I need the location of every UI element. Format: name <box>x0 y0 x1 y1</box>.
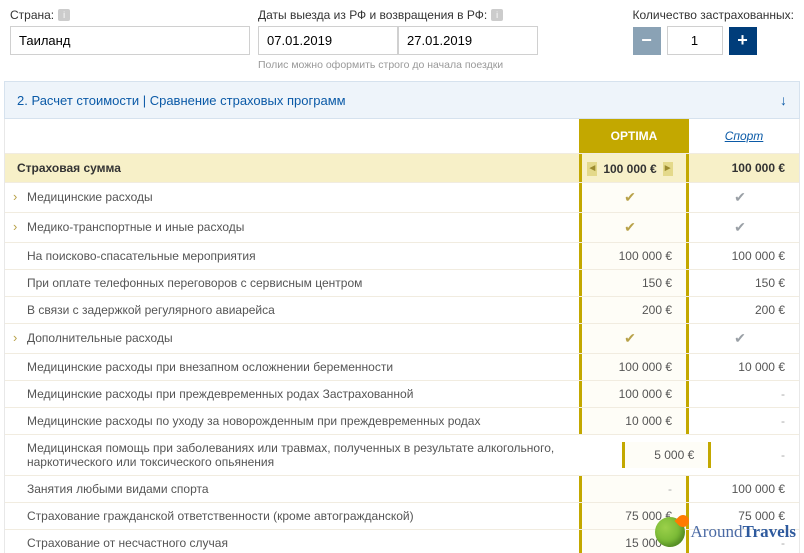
cell-sport: 200 € <box>689 297 799 323</box>
watermark-travels: Travels <box>742 522 796 541</box>
cell-optima: 100 000 € <box>579 243 689 269</box>
dates-hint: Полис можно оформить строго до начала по… <box>258 59 538 71</box>
country-label: Страна: i <box>10 8 250 22</box>
date-from-input[interactable] <box>258 26 398 55</box>
cell-sport: - <box>711 442 799 468</box>
country-group: Страна: i <box>10 8 250 55</box>
column-sport-header: Спорт <box>689 119 799 153</box>
table-row: Медицинские расходы при преждевременных … <box>5 380 799 407</box>
cell-sport: 100 000 € <box>689 476 799 502</box>
row-label: При оплате телефонных переговоров с серв… <box>5 270 579 296</box>
comparison-table: OPTIMA Спорт Страховая сумма ◄ 100 000 €… <box>4 119 800 553</box>
table-row: Медицинская помощь при заболеваниях или … <box>5 434 799 475</box>
date-to-input[interactable] <box>398 26 538 55</box>
table-row[interactable]: Медицинские расходы ✔ ✔ <box>5 182 799 212</box>
row-label: Страхование гражданской ответственности … <box>5 503 579 529</box>
cell-sport: 150 € <box>689 270 799 296</box>
sum-optima-value: 100 000 € <box>603 162 656 176</box>
row-label: Медицинская помощь при заболеваниях или … <box>5 435 622 475</box>
row-label: Занятия любыми видами спорта <box>5 476 579 502</box>
column-optima-header[interactable]: OPTIMA <box>579 119 689 153</box>
check-icon: ✔ <box>588 189 672 206</box>
row-label: В связи с задержкой регулярного авиарейс… <box>5 297 579 323</box>
check-icon: ✔ <box>588 330 672 347</box>
check-icon: ✔ <box>588 219 672 236</box>
check-icon: ✔ <box>695 330 785 347</box>
qty-label: Количество застрахованных: <box>633 8 794 22</box>
cell-optima: 100 000 € <box>579 381 689 407</box>
trip-form: Страна: i Даты выезда из РФ и возвращени… <box>0 0 804 75</box>
sum-label: Страховая сумма <box>5 155 579 181</box>
dates-label-text: Даты выезда из РФ и возвращения в РФ: <box>258 8 487 22</box>
cell-sport: - <box>689 381 799 407</box>
table-row[interactable]: Дополнительные расходы ✔ ✔ <box>5 323 799 353</box>
table-row: Медицинские расходы по уходу за новорожд… <box>5 407 799 434</box>
row-label: Медицинские расходы <box>5 184 579 210</box>
row-label: На поисково-спасательные мероприятия <box>5 243 579 269</box>
qty-group: Количество застрахованных: − + <box>633 8 794 55</box>
table-row: На поисково-спасательные мероприятия 100… <box>5 242 799 269</box>
row-label: Дополнительные расходы <box>5 325 579 351</box>
table-header-row: OPTIMA Спорт <box>5 119 799 153</box>
section-header[interactable]: 2. Расчет стоимости | Сравнение страховы… <box>4 81 800 119</box>
sum-prev-icon[interactable]: ◄ <box>587 162 597 176</box>
watermark-around: Around <box>691 522 743 541</box>
watermark: AroundTravels <box>655 517 796 547</box>
cell-optima: 100 000 € <box>579 354 689 380</box>
info-icon[interactable]: i <box>58 9 70 21</box>
sum-optima: ◄ 100 000 € ► <box>579 154 689 182</box>
row-label: Медицинские расходы по уходу за новорожд… <box>5 408 579 434</box>
cell-optima: 150 € <box>579 270 689 296</box>
cell-optima: 5 000 € <box>622 442 711 468</box>
table-row: Занятия любыми видами спорта - 100 000 € <box>5 475 799 502</box>
sum-next-icon[interactable]: ► <box>663 162 673 176</box>
check-icon: ✔ <box>695 189 785 206</box>
sum-row: Страховая сумма ◄ 100 000 € ► 100 000 € <box>5 153 799 182</box>
sum-sport: 100 000 € <box>689 155 799 181</box>
country-input[interactable] <box>10 26 250 55</box>
dates-group: Даты выезда из РФ и возвращения в РФ: i … <box>258 8 538 71</box>
cell-optima: 200 € <box>579 297 689 323</box>
cell-optima: 10 000 € <box>579 408 689 434</box>
table-row: При оплате телефонных переговоров с серв… <box>5 269 799 296</box>
cell-sport: - <box>689 408 799 434</box>
qty-minus-button[interactable]: − <box>633 27 661 55</box>
row-label: Страхование от несчастного случая <box>5 530 579 553</box>
table-row: Медицинские расходы при внезапном осложн… <box>5 353 799 380</box>
row-label: Медицинские расходы при преждевременных … <box>5 381 579 407</box>
sport-link[interactable]: Спорт <box>725 129 764 143</box>
section-title: 2. Расчет стоимости | Сравнение страховы… <box>17 93 346 108</box>
info-icon[interactable]: i <box>491 9 503 21</box>
globe-icon <box>655 517 685 547</box>
cell-sport: 10 000 € <box>689 354 799 380</box>
qty-plus-button[interactable]: + <box>729 27 757 55</box>
table-row[interactable]: Медико-транспортные и иные расходы ✔ ✔ <box>5 212 799 242</box>
collapse-icon[interactable]: ↓ <box>780 92 787 108</box>
cell-sport: 100 000 € <box>689 243 799 269</box>
qty-input[interactable] <box>667 26 723 55</box>
check-icon: ✔ <box>695 219 785 236</box>
row-label: Медико-транспортные и иные расходы <box>5 214 579 240</box>
dates-label: Даты выезда из РФ и возвращения в РФ: i <box>258 8 538 22</box>
table-row: В связи с задержкой регулярного авиарейс… <box>5 296 799 323</box>
row-label: Медицинские расходы при внезапном осложн… <box>5 354 579 380</box>
cell-optima: - <box>579 476 689 502</box>
country-label-text: Страна: <box>10 8 54 22</box>
